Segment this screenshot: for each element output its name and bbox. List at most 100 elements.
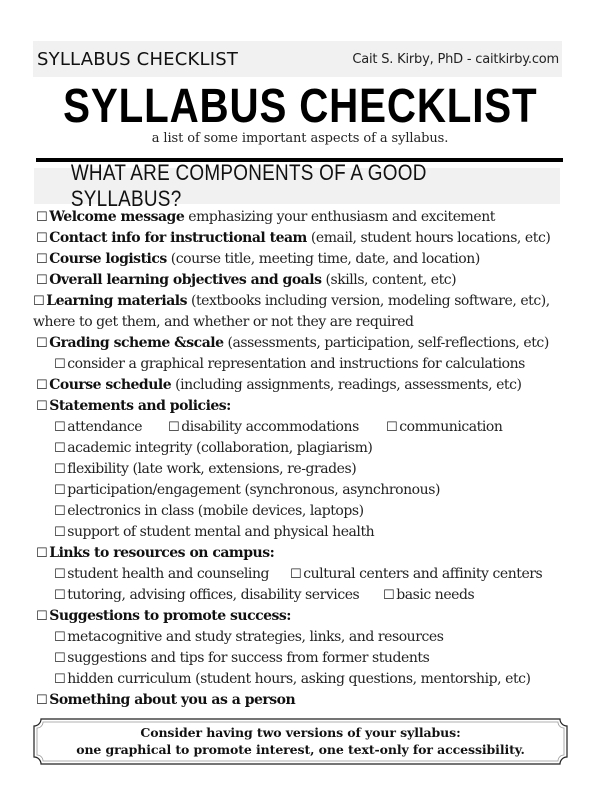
checklist-subitem: ☐ basic needs (383, 585, 475, 606)
checkbox-icon[interactable]: ☐ (36, 693, 48, 708)
item-label: flexibility (late work, extensions, re-g… (67, 461, 357, 477)
checkbox-icon[interactable]: ☐ (36, 609, 48, 624)
item-label: Learning materials (46, 293, 187, 309)
item-label: disability accommodations (181, 419, 359, 435)
checkbox-icon[interactable]: ☐ (33, 294, 45, 309)
checkbox-icon[interactable]: ☐ (36, 231, 48, 246)
checkbox-icon[interactable]: ☐ (54, 441, 66, 456)
checklist-subitem: ☐ cultural centers and affinity centers (290, 564, 543, 585)
checkbox-icon[interactable]: ☐ (54, 588, 66, 603)
checklist-subrow-resources-1: ☐ student health and counseling ☐ cultural… (36, 564, 566, 585)
checkbox-icon[interactable]: ☐ (36, 399, 48, 414)
item-label: hidden curriculum (student hours, asking… (67, 671, 531, 687)
author-credit: Cait S. Kirby, PhD - caitkirby.com (352, 51, 559, 67)
item-label: basic needs (396, 587, 475, 603)
checklist-item-schedule: ☐ Course schedule (including assignments,… (36, 375, 566, 396)
checklist-item-success: ☐ Suggestions to promote success: (36, 606, 566, 627)
checklist-subitem: ☐ support of student mental and physical … (36, 522, 566, 543)
item-label: support of student mental and physical h… (67, 524, 375, 540)
item-label: Something about you as a person (49, 692, 296, 708)
item-description: emphasizing your enthusiasm and exciteme… (184, 209, 495, 225)
checklist-subitem: ☐ electronics in class (mobile devices, l… (36, 501, 566, 522)
checklist-subitem: ☐ suggestions and tips for success from f… (36, 648, 566, 669)
item-label: consider a graphical representation and … (67, 356, 525, 372)
item-label: metacognitive and study strategies, link… (67, 629, 444, 645)
checkbox-icon[interactable]: ☐ (36, 273, 48, 288)
item-description: (including assignments, readings, assess… (171, 377, 522, 393)
checkbox-icon[interactable]: ☐ (168, 420, 180, 435)
checkbox-icon[interactable]: ☐ (54, 651, 66, 666)
item-label: Overall learning objectives and goals (49, 272, 322, 288)
checklist-subitem: ☐ academic integrity (collaboration, plag… (36, 438, 566, 459)
item-label: Statements and policies: (49, 398, 231, 414)
item-label: Course logistics (49, 251, 167, 267)
checklist-item-resources: ☐ Links to resources on campus: (36, 543, 566, 564)
item-label: electronics in class (mobile devices, la… (67, 503, 364, 519)
item-label: Links to resources on campus: (49, 545, 275, 561)
checklist-subitem: ☐ communication (386, 417, 503, 438)
checklist-item-grading: ☐ Grading scheme &scale (assessments, par… (36, 333, 566, 354)
checkbox-icon[interactable]: ☐ (54, 672, 66, 687)
checklist-item-contact: ☐ Contact info for instructional team (em… (36, 228, 566, 249)
item-label: Course schedule (49, 377, 172, 393)
callout-text: Consider having two versions of your syl… (33, 724, 568, 758)
checkbox-icon[interactable]: ☐ (36, 252, 48, 267)
item-label: student health and counseling (67, 566, 270, 582)
checkbox-icon[interactable]: ☐ (36, 546, 48, 561)
checklist-item-logistics: ☐ Course logistics (course title, meeting… (36, 249, 566, 270)
checklist-item-materials: ☐ Learning materials (textbooks including… (33, 291, 561, 333)
page-title-text: SYLLABUS CHECKLIST (62, 80, 538, 133)
checkbox-icon[interactable]: ☐ (54, 567, 66, 582)
checkbox-icon[interactable]: ☐ (54, 630, 66, 645)
checkbox-icon[interactable]: ☐ (54, 525, 66, 540)
checkbox-icon[interactable]: ☐ (54, 483, 66, 498)
checkbox-icon[interactable]: ☐ (290, 567, 302, 582)
item-label: suggestions and tips for success from fo… (67, 650, 430, 666)
checkbox-icon[interactable]: ☐ (386, 420, 398, 435)
checklist-subitem: ☐ participation/engagement (synchronous, … (36, 480, 566, 501)
checkbox-icon[interactable]: ☐ (36, 336, 48, 351)
header-short-title: SYLLABUS CHECKLIST (37, 48, 239, 70)
checklist-subitem: ☐ tutoring, advising offices, disability … (54, 585, 360, 606)
checklist-subitem: ☐ student health and counseling (54, 564, 269, 585)
section-heading-band: WHAT ARE COMPONENTS OF A GOOD SYLLABUS? (34, 160, 560, 211)
checklist-item-welcome: ☐ Welcome message emphasizing your enthus… (36, 207, 566, 228)
checkbox-icon[interactable]: ☐ (54, 462, 66, 477)
checkbox-icon[interactable]: ☐ (54, 357, 66, 372)
item-label: tutoring, advising offices, disability s… (67, 587, 360, 603)
section-heading: WHAT ARE COMPONENTS OF A GOOD SYLLABUS? (70, 160, 427, 211)
checkbox-icon[interactable]: ☐ (36, 210, 48, 225)
item-label: Contact info for instructional team (49, 230, 307, 246)
callout-line-1: Consider having two versions of your syl… (140, 725, 461, 740)
checklist-subrow-statements: ☐ attendance ☐ disability accommodations ☐… (36, 417, 566, 438)
item-label: communication (399, 419, 503, 435)
checkbox-icon[interactable]: ☐ (54, 504, 66, 519)
callout-line-2: one graphical to promote interest, one t… (76, 742, 525, 757)
item-description: (email, student hours locations, etc) (306, 230, 551, 246)
checklist-subitem: ☐ flexibility (late work, extensions, re-… (36, 459, 566, 480)
checklist: ☐ Welcome message emphasizing your enthus… (33, 207, 566, 711)
footer-callout: Consider having two versions of your syl… (33, 718, 568, 765)
checklist-subitem: ☐ hidden curriculum (student hours, askin… (36, 669, 566, 690)
checklist-subrow-resources-2: ☐ tutoring, advising offices, disability … (36, 585, 566, 606)
checklist-subitem: ☐ metacognitive and study strategies, lin… (36, 627, 566, 648)
item-label: Grading scheme &scale (49, 335, 224, 351)
checkbox-icon[interactable]: ☐ (54, 420, 66, 435)
checklist-item-objectives: ☐ Overall learning objectives and goals (… (36, 270, 566, 291)
item-description: (course title, meeting time, date, and l… (166, 251, 481, 267)
checklist-item-statements: ☐ Statements and policies: (36, 396, 566, 417)
checklist-subitem-grading: ☐ consider a graphical representation and… (36, 354, 566, 375)
checkbox-icon[interactable]: ☐ (383, 588, 395, 603)
header-bar: SYLLABUS CHECKLIST Cait S. Kirby, PhD - … (33, 41, 562, 77)
item-label: Suggestions to promote success: (49, 608, 291, 624)
checklist-subitem: ☐ disability accommodations (168, 417, 359, 438)
item-description: (assessments, participation, self-reflec… (223, 335, 550, 351)
item-label: cultural centers and affinity centers (303, 566, 543, 582)
item-label: Welcome message (49, 209, 185, 225)
checklist-item-person: ☐ Something about you as a person (36, 690, 566, 711)
item-label: academic integrity (collaboration, plagi… (67, 440, 373, 456)
item-description: (skills, content, etc) (321, 272, 457, 288)
checkbox-icon[interactable]: ☐ (36, 378, 48, 393)
item-label: participation/engagement (synchronous, a… (67, 482, 440, 498)
checklist-subitem: ☐ attendance (54, 417, 143, 438)
